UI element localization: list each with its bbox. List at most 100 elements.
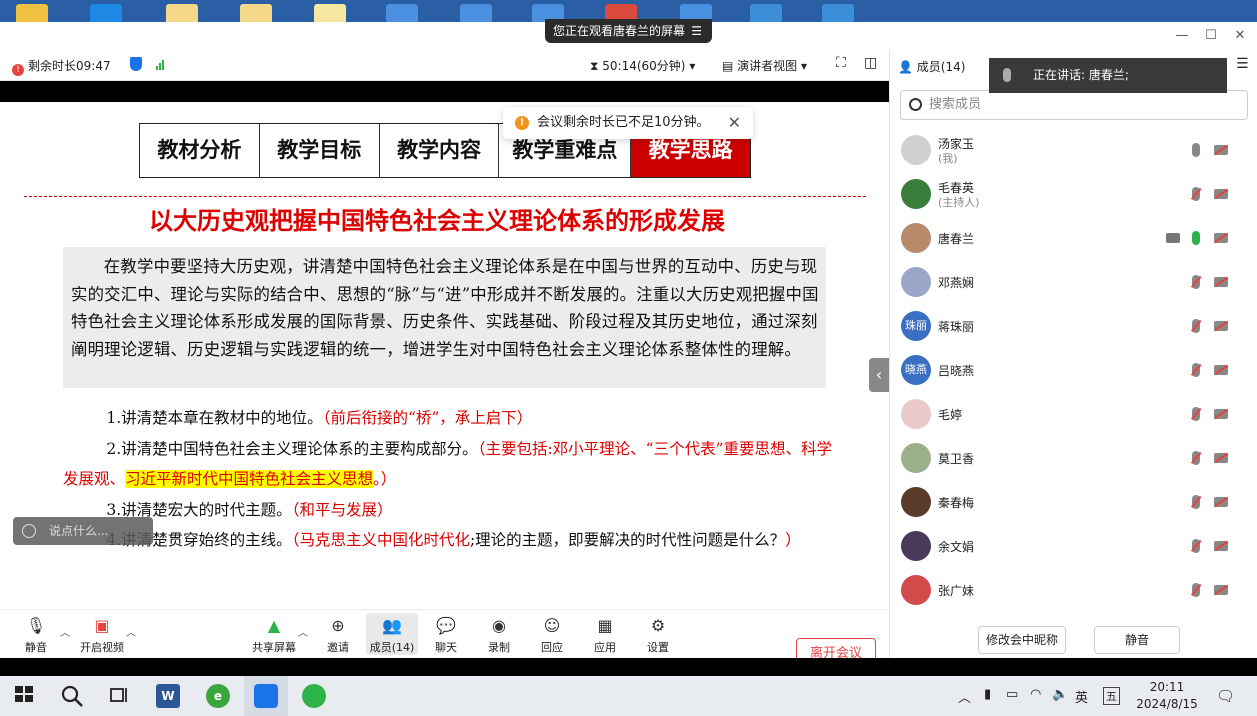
camera-off-icon[interactable] [1214, 541, 1228, 551]
ime-indicator[interactable]: 英 [1075, 687, 1088, 706]
search-icon[interactable] [60, 684, 84, 708]
microphone-muted-icon[interactable] [1192, 451, 1200, 465]
sharing-tip[interactable]: 您正在观看唐春兰的屏幕 ☰ [545, 19, 712, 43]
close-icon[interactable]: ✕ [728, 107, 741, 139]
member-row[interactable]: 余文娟 [890, 524, 1257, 568]
microphone-muted-icon[interactable] [1192, 187, 1200, 201]
invite-button[interactable]: ⊕ 邀请 [312, 616, 364, 655]
slide-tab: 教学内容 [380, 124, 500, 177]
camera-off-icon[interactable] [1214, 365, 1228, 375]
task-view-icon[interactable] [108, 684, 132, 708]
doc-icon[interactable] [386, 4, 418, 22]
folder-icon[interactable] [822, 4, 854, 22]
settings-button[interactable]: ⚙ 设置 [632, 616, 684, 655]
clock-date: 2024/8/15 [1136, 697, 1198, 711]
screen-share-icon [1166, 233, 1180, 243]
share-screen-icon: ▲ [267, 616, 281, 635]
microphone-icon[interactable] [1192, 231, 1200, 245]
member-row[interactable]: 晓燕 吕晓燕 [890, 348, 1257, 392]
avatar [901, 575, 931, 605]
member-search-input[interactable]: 搜索成员 [900, 90, 1248, 120]
video-button[interactable]: ▣ 开启视频 [76, 616, 128, 655]
layout-icon[interactable]: ◫ [864, 55, 877, 71]
microphone-muted-icon[interactable] [1192, 407, 1200, 421]
members-panel-title: 👤 成员(14) [898, 58, 965, 75]
member-row[interactable]: 莫卫香 [890, 436, 1257, 480]
chevron-up-icon[interactable]: ︿ [958, 687, 971, 706]
member-row[interactable]: 张广妹 [890, 568, 1257, 612]
menu-icon[interactable]: ☰ [691, 19, 702, 43]
minimize-icon[interactable]: — [1172, 26, 1192, 46]
microphone-icon[interactable]: ▮ [984, 687, 991, 702]
microphone-muted-icon[interactable] [1192, 363, 1200, 377]
chevron-left-icon: ‹ [875, 365, 883, 384]
doc-icon[interactable] [460, 4, 492, 22]
microphone-muted-icon[interactable] [1192, 539, 1200, 553]
camera-off-icon[interactable] [1214, 321, 1228, 331]
mute-all-button[interactable]: 静音 [1094, 626, 1180, 654]
meeting-timer[interactable]: ⧗ 50:14(60分钟) ▾ [590, 57, 695, 74]
members-button[interactable]: 👥 成员(14) [366, 613, 418, 655]
member-row[interactable]: 邓燕娴 [890, 260, 1257, 304]
rename-button[interactable]: 修改会中昵称 [978, 626, 1066, 654]
wechat-icon[interactable] [302, 684, 326, 708]
member-row[interactable]: 毛春英 (主持人) [890, 172, 1257, 216]
app-icon[interactable] [90, 4, 122, 22]
ime-mode-indicator[interactable]: 五 [1103, 687, 1120, 705]
chat-button[interactable]: 💬 聊天 [420, 616, 472, 655]
apps-button[interactable]: ▦ 应用 [579, 616, 631, 655]
camera-off-icon[interactable] [1214, 453, 1228, 463]
member-row[interactable]: 汤家玉 (我) [890, 128, 1257, 172]
divider [24, 196, 866, 197]
microphone-muted-icon[interactable] [1192, 319, 1200, 333]
member-row[interactable]: 唐春兰 [890, 216, 1257, 260]
member-row[interactable]: 秦春梅 [890, 480, 1257, 524]
microphone-icon[interactable] [1192, 143, 1200, 157]
signal-icon[interactable] [156, 57, 165, 73]
quick-chat-input[interactable]: 说点什么... [13, 517, 153, 545]
presenter-view-button[interactable]: ▤ 演讲者视图 ▾ [722, 57, 807, 74]
camera-off-icon[interactable] [1214, 233, 1228, 243]
file-icon[interactable] [314, 4, 346, 22]
camera-off-icon[interactable] [1214, 409, 1228, 419]
member-role: (我) [938, 152, 958, 165]
camera-off-icon[interactable] [1214, 497, 1228, 507]
ie-icon[interactable]: e [206, 684, 230, 708]
reaction-button[interactable]: ☺ 回应 [526, 616, 578, 655]
file-icon[interactable] [240, 4, 272, 22]
wifi-icon[interactable]: ◠ [1030, 687, 1041, 702]
camera-off-icon[interactable] [1214, 585, 1228, 595]
windows-start-icon[interactable] [14, 684, 38, 708]
microphone-muted-icon[interactable] [1192, 495, 1200, 509]
word-icon[interactable]: W [156, 684, 180, 708]
camera-off-icon[interactable] [1214, 277, 1228, 287]
camera-off-icon[interactable] [1214, 189, 1228, 199]
menu-icon[interactable]: ☰ [1236, 56, 1249, 72]
meeting-app-taskbar-button[interactable] [244, 676, 288, 716]
chevron-up-icon[interactable]: ︿ [126, 624, 136, 639]
camera-off-icon[interactable] [1214, 145, 1228, 155]
system-clock[interactable]: 20:11 2024/8/15 [1135, 679, 1199, 713]
member-row[interactable]: 毛婷 [890, 392, 1257, 436]
collapse-panel-button[interactable]: ‹ [869, 358, 889, 392]
security-icon[interactable] [130, 57, 142, 71]
clock-time: 20:11 [1149, 680, 1185, 694]
microphone-muted-icon[interactable] [1192, 583, 1200, 597]
share-screen-button[interactable]: ▲ 共享屏幕 [248, 616, 300, 655]
file-icon[interactable] [166, 4, 198, 22]
microphone-muted-icon[interactable] [1192, 275, 1200, 289]
volume-icon[interactable]: 🔈 [1052, 687, 1068, 702]
notification-icon[interactable]: 🗨 [1216, 687, 1235, 705]
chevron-up-icon[interactable]: ︿ [298, 624, 308, 639]
emoji-icon[interactable] [22, 524, 36, 538]
record-button[interactable]: ◉ 录制 [473, 616, 525, 655]
close-icon[interactable]: ✕ [1230, 26, 1250, 46]
folder-icon[interactable] [16, 4, 48, 22]
member-row[interactable]: 珠丽 蒋珠丽 [890, 304, 1257, 348]
battery-icon[interactable]: ▭ [1006, 687, 1018, 702]
chevron-up-icon[interactable]: ︿ [60, 624, 70, 639]
folder-icon[interactable] [750, 4, 782, 22]
maximize-icon[interactable]: ☐ [1201, 26, 1221, 46]
fullscreen-icon[interactable]: ⛶ [836, 55, 846, 71]
mute-button[interactable]: 🎙 静音 [10, 616, 62, 655]
